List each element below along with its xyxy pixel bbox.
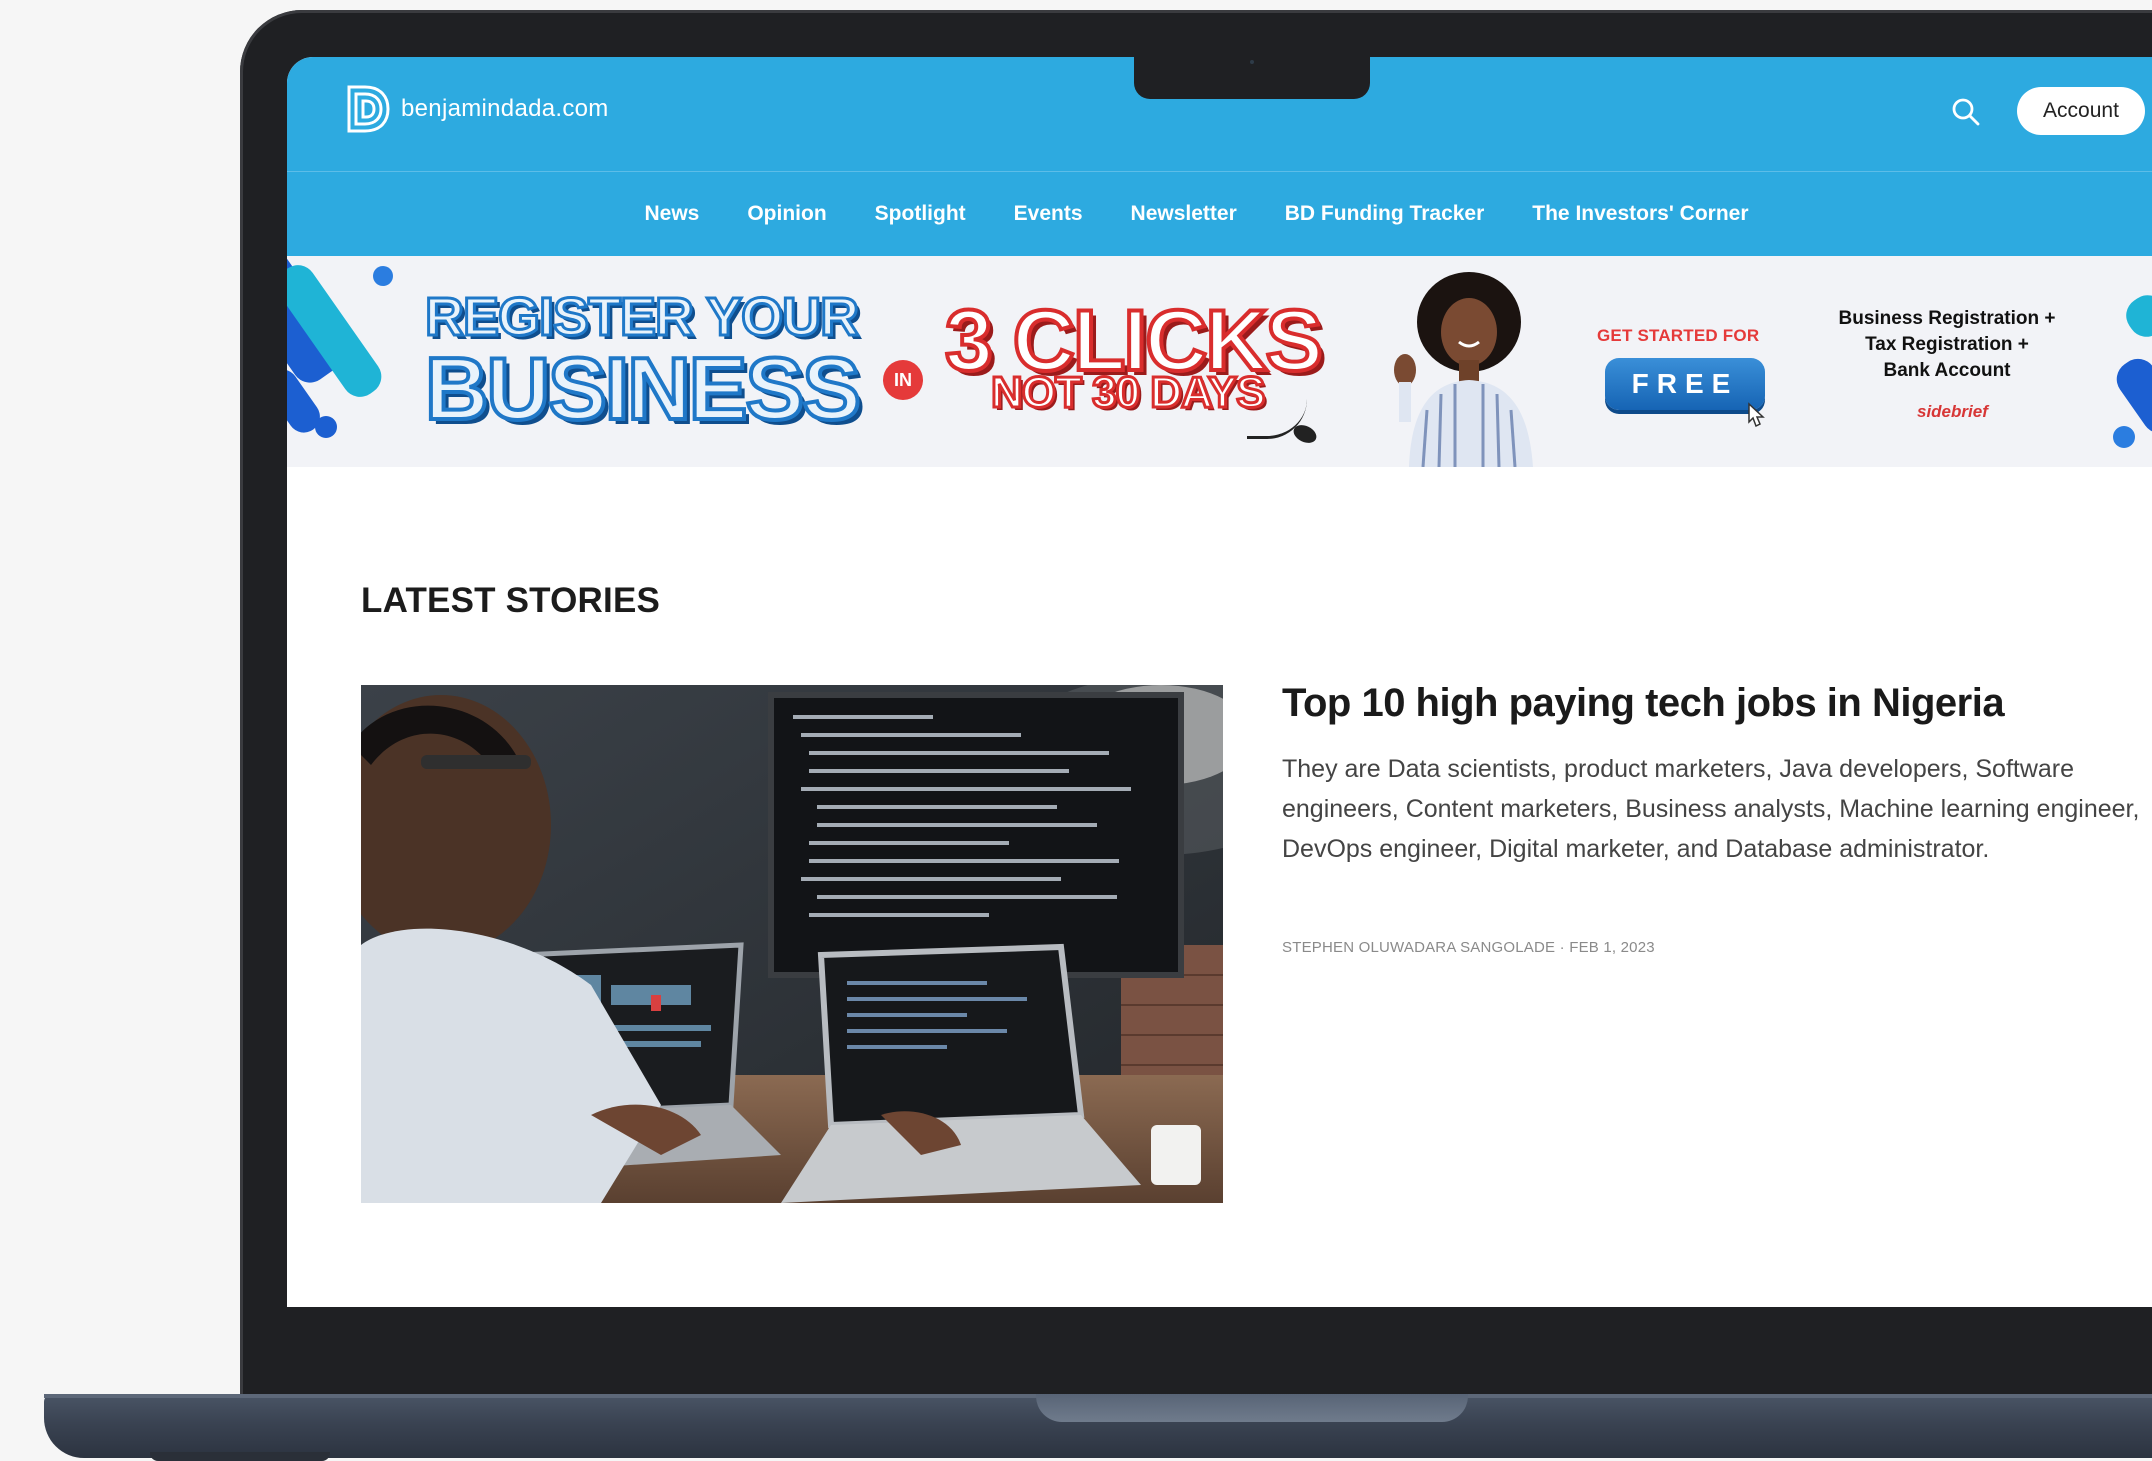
nav-item-newsletter[interactable]: Newsletter: [1131, 202, 1237, 226]
section-title: LATEST STORIES: [361, 581, 661, 620]
sponsor-logo: sidebrief: [1917, 402, 1988, 421]
story-meta: STEPHEN OLUWADARA SANGOLADE · FEB 1, 202…: [1282, 939, 1655, 956]
story-thumbnail[interactable]: [361, 685, 1223, 1203]
nav-item-investors-corner[interactable]: The Investors' Corner: [1532, 202, 1748, 226]
banner-not-days-text: NOT 30 DAYS: [989, 367, 1266, 419]
bd-logo-icon: [347, 85, 390, 133]
nav-item-funding-tracker[interactable]: BD Funding Tracker: [1285, 202, 1485, 226]
camera-icon: [1250, 60, 1254, 64]
laptop-opening-notch: [1036, 1394, 1468, 1422]
story-title-link[interactable]: Top 10 high paying tech jobs in Nigeria: [1282, 681, 2005, 726]
smiling-woman-illustration: [1394, 272, 1533, 467]
meta-separator: ·: [1559, 939, 1570, 956]
story-date: FEB 1, 2023: [1569, 939, 1655, 956]
story-excerpt: They are Data scientists, product market…: [1282, 755, 2140, 863]
nav-item-opinion[interactable]: Opinion: [747, 202, 826, 226]
get-started-label: GET STARTED FOR: [1597, 326, 1760, 345]
free-cta-button[interactable]: FREE: [1605, 358, 1765, 410]
account-button[interactable]: Account: [2017, 87, 2145, 135]
services-line: Bank Account: [1883, 360, 2011, 381]
banner-services-text: Business Registration + Tax Registration…: [1817, 306, 2077, 384]
ad-banner[interactable]: REGISTER YOUR BUSINESS IN 3 CLICKS NOT 3…: [287, 256, 2152, 467]
banner-decoration: [2119, 288, 2152, 344]
in-badge: IN: [883, 360, 923, 400]
browser-screen: benjamindada.com Account News Opinion Sp…: [287, 57, 2152, 1307]
banner-decoration: [315, 416, 337, 438]
services-line: Tax Registration +: [1865, 334, 2029, 355]
nav-item-spotlight[interactable]: Spotlight: [875, 202, 966, 226]
main-navigation: News Opinion Spotlight Events Newsletter…: [287, 172, 2152, 256]
site-logo[interactable]: benjamindada.com: [345, 83, 609, 135]
pointer-cursor-icon: [1748, 402, 1765, 428]
banner-decoration: [2113, 426, 2135, 448]
story-author[interactable]: STEPHEN OLUWADARA SANGOLADE: [1282, 939, 1555, 956]
banner-decoration: [2109, 351, 2152, 441]
banner-decoration: [373, 266, 393, 286]
site-name: benjamindada.com: [401, 95, 609, 122]
banner-headline-line2: BUSINESS: [423, 337, 863, 440]
laptop-foot: [150, 1452, 330, 1461]
nav-item-events[interactable]: Events: [1014, 202, 1083, 226]
developer-at-desk-illustration: [361, 685, 1223, 1203]
nav-item-news[interactable]: News: [644, 202, 699, 226]
services-line: Business Registration +: [1838, 308, 2056, 329]
search-icon[interactable]: [1951, 97, 1981, 127]
